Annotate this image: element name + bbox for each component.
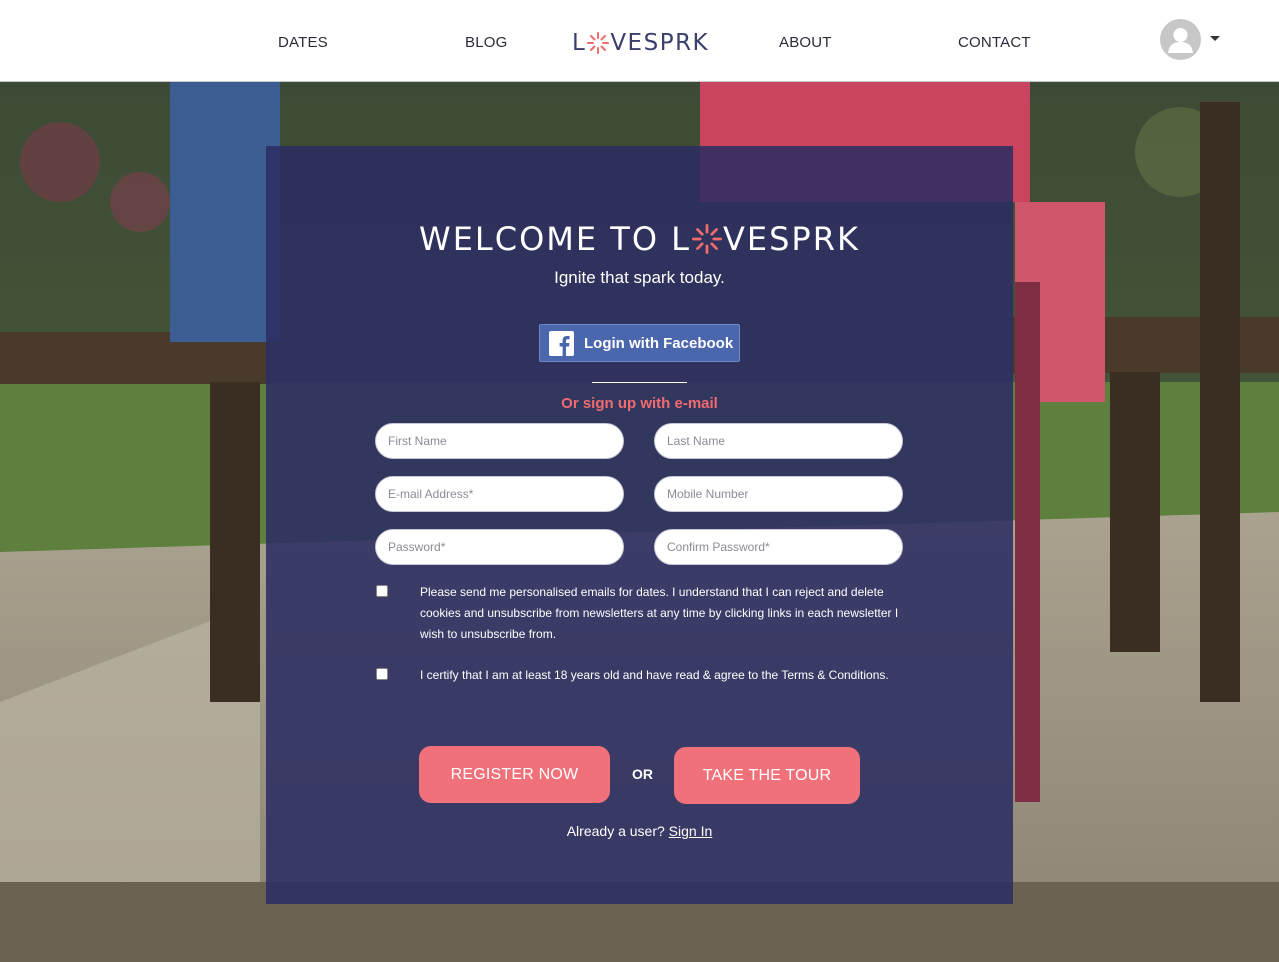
welcome-heading: WELCOME TO L VESPRK (266, 220, 1013, 258)
facebook-icon (549, 330, 574, 356)
already-user-row: Already a user? Sign In (266, 823, 1013, 839)
register-now-button[interactable]: REGISTER NOW (419, 746, 610, 803)
or-sign-up-email-label: Or sign up with e-mail (561, 395, 718, 412)
email-input[interactable] (375, 476, 624, 512)
confirm-password-input[interactable] (654, 529, 903, 565)
take-the-tour-button[interactable]: TAKE THE TOUR (674, 747, 860, 804)
section-divider (592, 382, 687, 383)
facebook-login-button[interactable]: Login with Facebook (539, 324, 740, 362)
avatar-silhouette (1168, 28, 1193, 53)
newsletter-consent-text: Please send me personalised emails for d… (420, 585, 899, 641)
newsletter-consent-checkbox[interactable] (376, 585, 388, 597)
signup-card: WELCOME TO L VESPRK Ignite that spark to… (266, 146, 1013, 904)
first-name-input[interactable] (375, 423, 624, 459)
password-input[interactable] (375, 529, 624, 565)
user-avatar-icon[interactable] (1160, 19, 1201, 60)
spark-icon (587, 32, 610, 54)
nav-link-about[interactable]: ABOUT (779, 34, 832, 51)
last-name-input[interactable] (654, 423, 903, 459)
nav-link-contact[interactable]: CONTACT (958, 34, 1031, 51)
sign-in-link[interactable]: Sign In (669, 823, 713, 839)
age-terms-checkbox[interactable] (376, 668, 388, 680)
lovesprk-logo[interactable]: L VESPRK (572, 29, 709, 57)
tagline: Ignite that spark today. (554, 268, 725, 287)
logo-text-left: L (572, 30, 587, 56)
age-terms-text: I certify that I am at least 18 years ol… (420, 668, 889, 682)
mobile-number-input[interactable] (654, 476, 903, 512)
already-user-text: Already a user? (566, 823, 665, 839)
welcome-text-left: WELCOME TO L (419, 220, 691, 258)
caret-down-icon[interactable] (1210, 36, 1220, 41)
nav-link-blog[interactable]: BLOG (465, 34, 507, 51)
or-separator: OR (632, 766, 653, 782)
top-navigation: DATES BLOG L VESPRK ABOUT CONTACT (0, 0, 1279, 82)
facebook-login-label: Login with Facebook (584, 334, 734, 352)
welcome-text-right: VESPRK (723, 220, 860, 258)
spark-icon (692, 224, 722, 254)
logo-text-right: VESPRK (610, 30, 710, 56)
nav-link-dates[interactable]: DATES (278, 34, 328, 51)
